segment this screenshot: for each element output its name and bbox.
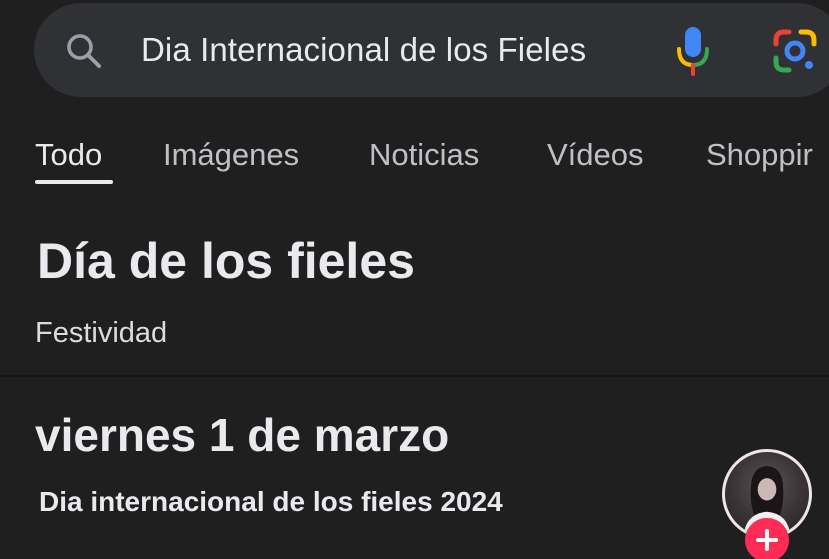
tab-imagenes[interactable]: Imágenes: [163, 135, 299, 175]
result-date: viernes 1 de marzo: [35, 409, 450, 461]
search-icon[interactable]: [64, 31, 104, 71]
tab-todo[interactable]: Todo: [35, 135, 102, 175]
active-tab-indicator: [35, 180, 113, 184]
search-input[interactable]: Dia Internacional de los Fieles: [141, 28, 586, 72]
tab-videos[interactable]: Vídeos: [547, 135, 644, 175]
search-results-page: Dia Internacional de los Fieles Todo Imá…: [0, 0, 829, 559]
result-caption: Dia internacional de los fieles 2024: [39, 486, 503, 517]
tab-shopping[interactable]: Shoppir: [706, 135, 813, 175]
google-lens-icon[interactable]: [772, 28, 818, 74]
search-tabs: Todo Imágenes Noticias Vídeos Shoppir: [0, 125, 829, 195]
knowledge-panel-title: Día de los fieles: [37, 233, 415, 289]
knowledge-panel-subtitle: Festividad: [35, 317, 168, 349]
mic-icon[interactable]: [676, 25, 710, 77]
tab-noticias[interactable]: Noticias: [369, 135, 479, 175]
search-bar[interactable]: Dia Internacional de los Fieles: [34, 3, 829, 97]
plus-icon: [756, 529, 778, 551]
follow-button[interactable]: [745, 518, 789, 559]
section-divider: [0, 375, 829, 377]
